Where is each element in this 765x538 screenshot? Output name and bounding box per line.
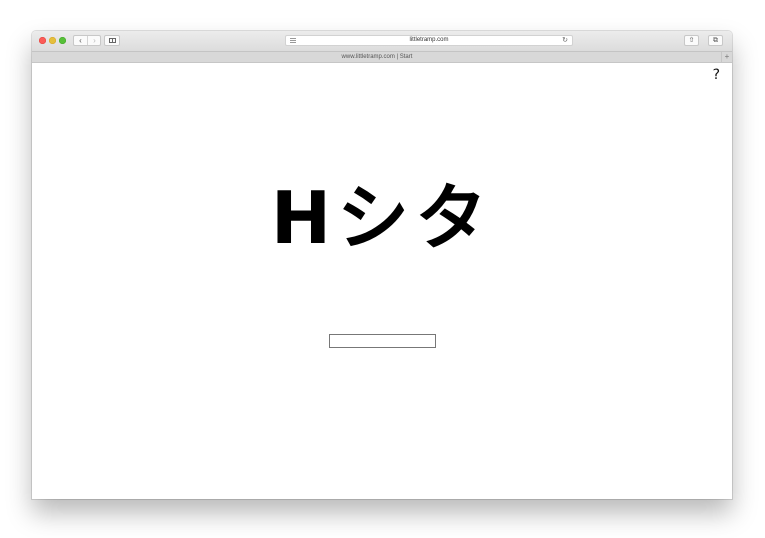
reload-icon[interactable]: ↻ — [562, 36, 568, 45]
share-button[interactable]: ⇧ — [684, 35, 699, 46]
navigation-buttons: ‹ › — [73, 35, 101, 46]
help-link[interactable]: ? — [713, 67, 720, 83]
address-bar[interactable]: littletramp.com ↻ — [285, 35, 573, 46]
screen: ‹ › littletramp.com ↻ ⇧ ⧉ www.littletram… — [0, 0, 765, 538]
tab-bar: www.littletramp.com | Start + — [32, 52, 732, 63]
show-tabs-button[interactable]: ⧉ — [708, 35, 723, 46]
new-tab-button[interactable]: + — [721, 52, 732, 62]
zoom-window-button[interactable] — [59, 37, 66, 44]
forward-button[interactable]: › — [88, 36, 101, 45]
start-input[interactable] — [329, 334, 436, 348]
browser-toolbar: ‹ › littletramp.com ↻ ⇧ ⧉ — [32, 31, 732, 52]
tabs-icon: ⧉ — [713, 37, 718, 44]
address-url: littletramp.com — [409, 37, 449, 43]
sidebar-icon — [109, 38, 116, 43]
back-button[interactable]: ‹ — [74, 36, 88, 45]
share-icon: ⇧ — [688, 37, 695, 44]
page-content: ? Hシタ — [32, 63, 732, 499]
close-window-button[interactable] — [39, 37, 46, 44]
sidebar-toggle-button[interactable] — [104, 35, 120, 46]
browser-window: ‹ › littletramp.com ↻ ⇧ ⧉ www.littletram… — [32, 31, 732, 499]
tab-active[interactable]: www.littletramp.com | Start — [32, 52, 722, 62]
minimize-window-button[interactable] — [49, 37, 56, 44]
site-logo: Hシタ — [270, 176, 494, 260]
